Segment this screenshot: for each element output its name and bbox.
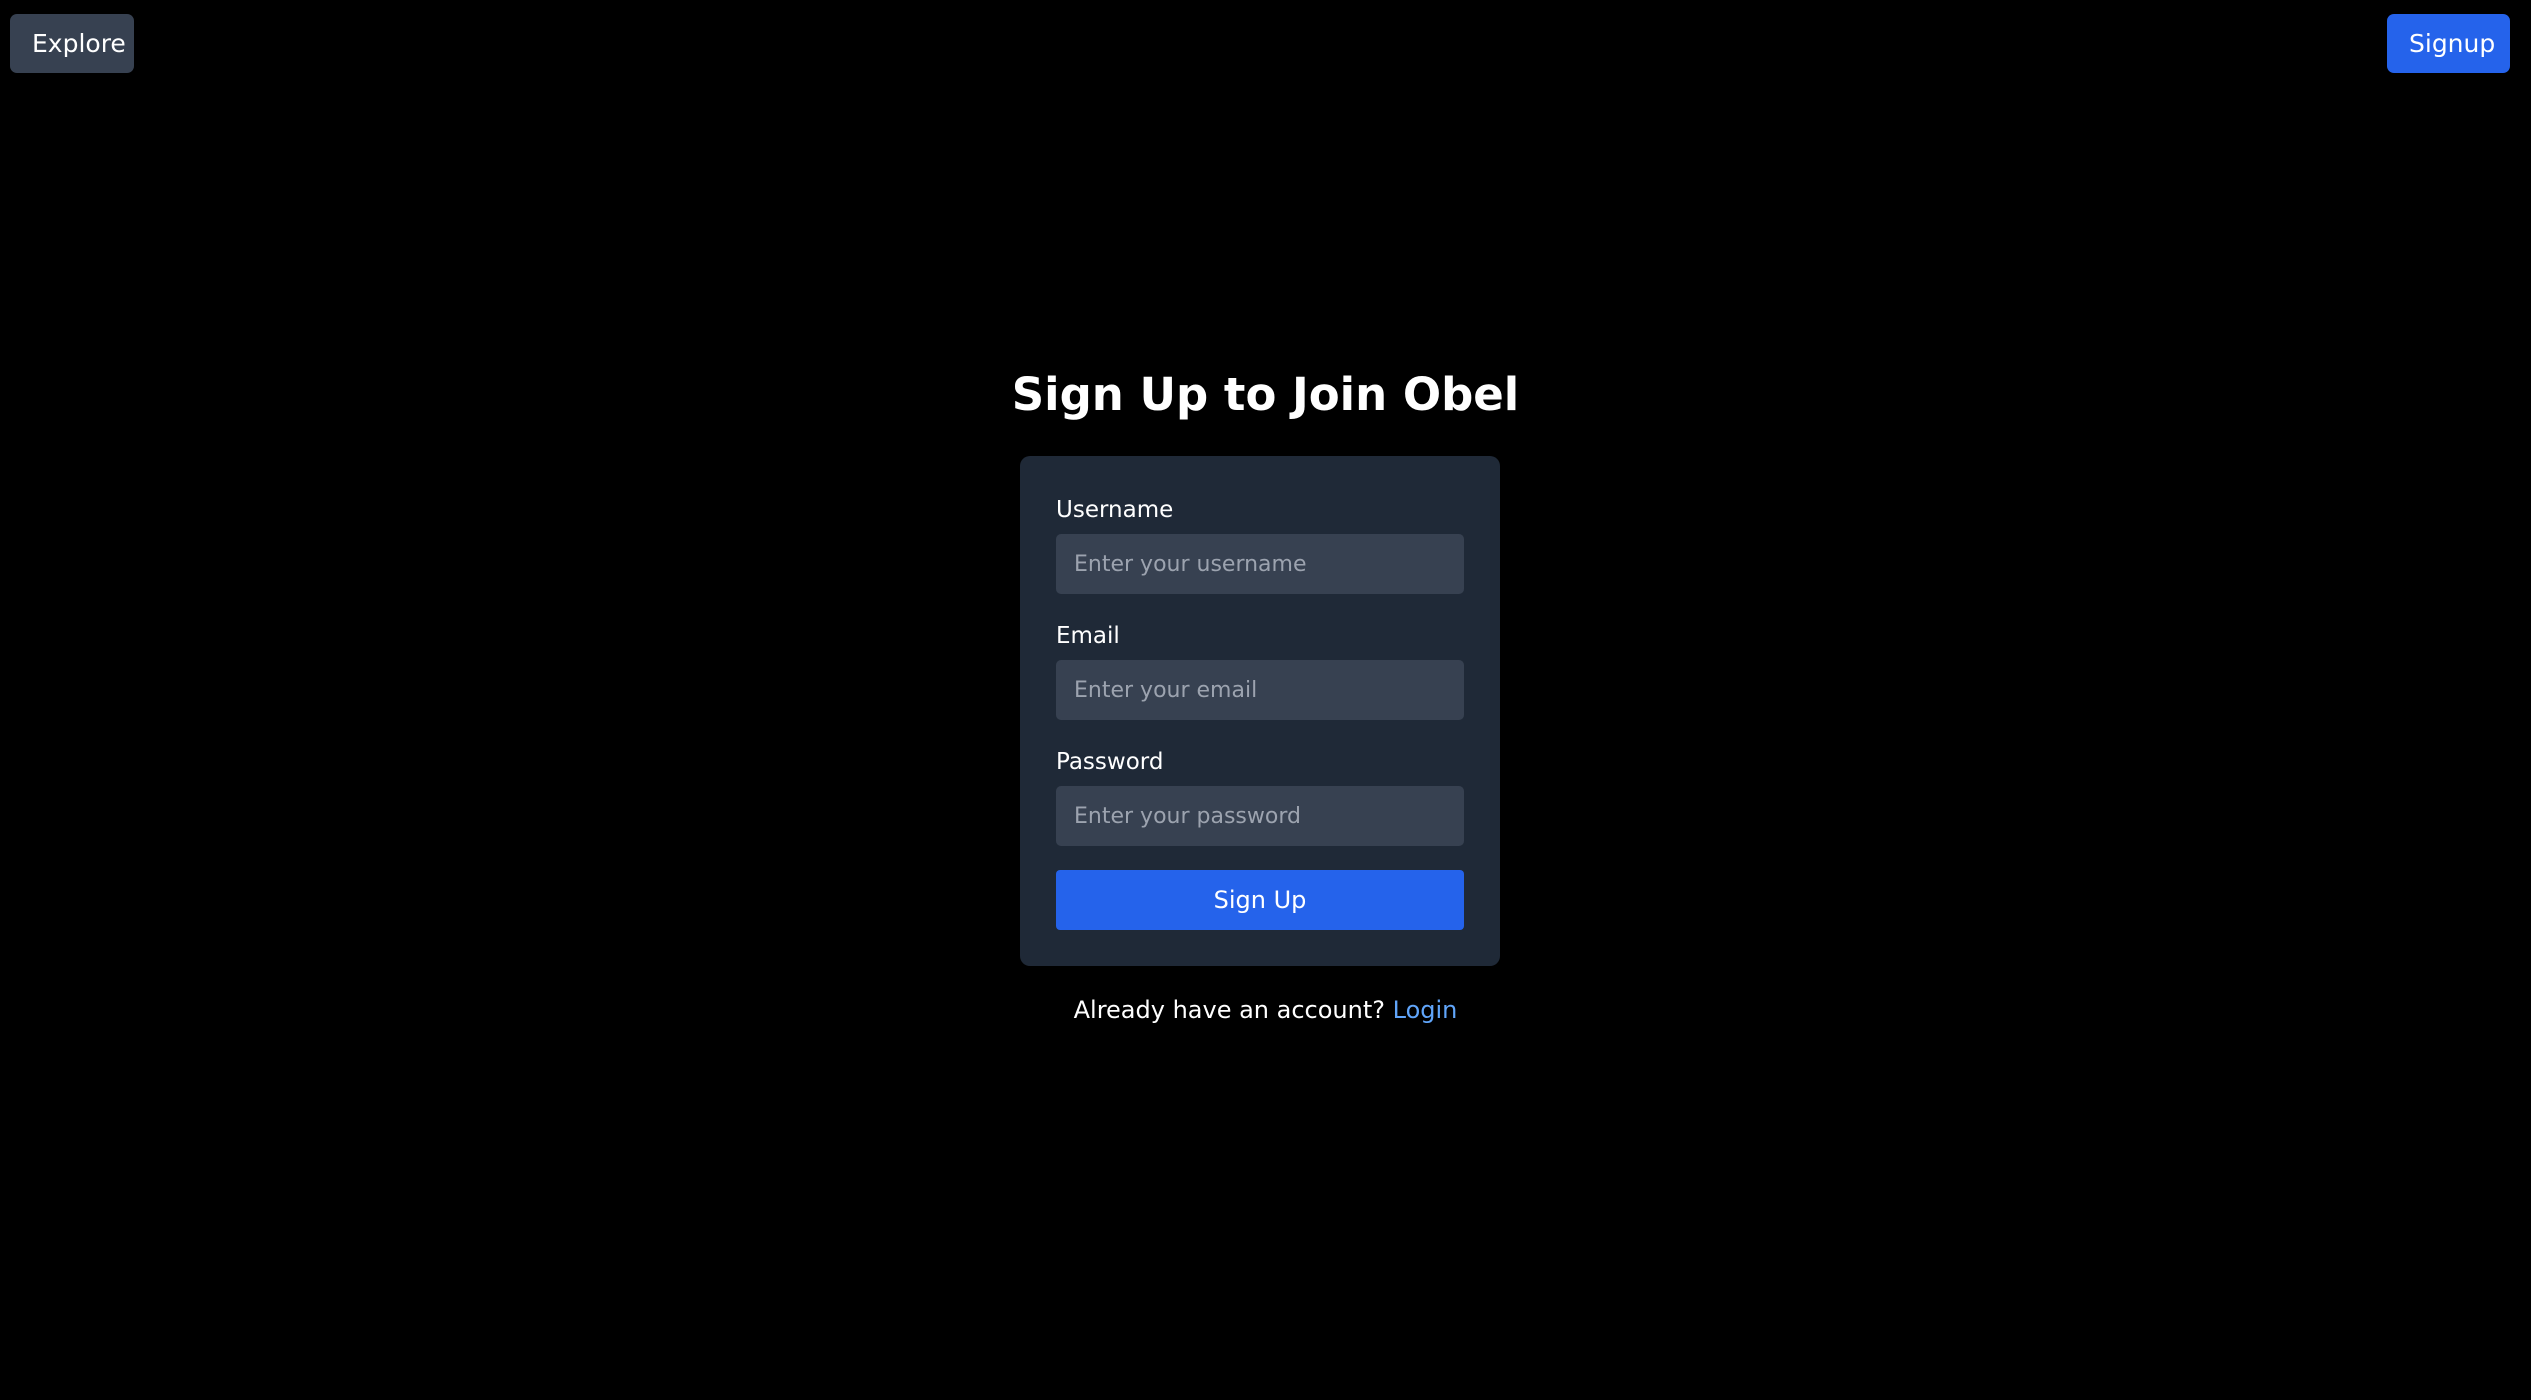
signup-form-card: Username Email Password Sign Up [1020, 456, 1500, 966]
password-label: Password [1056, 749, 1164, 775]
email-input[interactable] [1056, 660, 1464, 720]
username-label: Username [1056, 497, 1174, 523]
login-prompt: Already have an account? Login [0, 990, 2531, 1030]
sign-up-submit-button[interactable]: Sign Up [1056, 870, 1464, 930]
explore-button[interactable]: Explore [10, 14, 134, 73]
login-link[interactable]: Login [1393, 996, 1458, 1024]
login-prompt-text: Already have an account? [1073, 996, 1385, 1024]
page-title: Sign Up to Join Obel [1011, 368, 1520, 421]
username-input[interactable] [1056, 534, 1464, 594]
email-label: Email [1056, 623, 1120, 649]
signup-nav-button[interactable]: Signup [2387, 14, 2510, 73]
password-input[interactable] [1056, 786, 1464, 846]
